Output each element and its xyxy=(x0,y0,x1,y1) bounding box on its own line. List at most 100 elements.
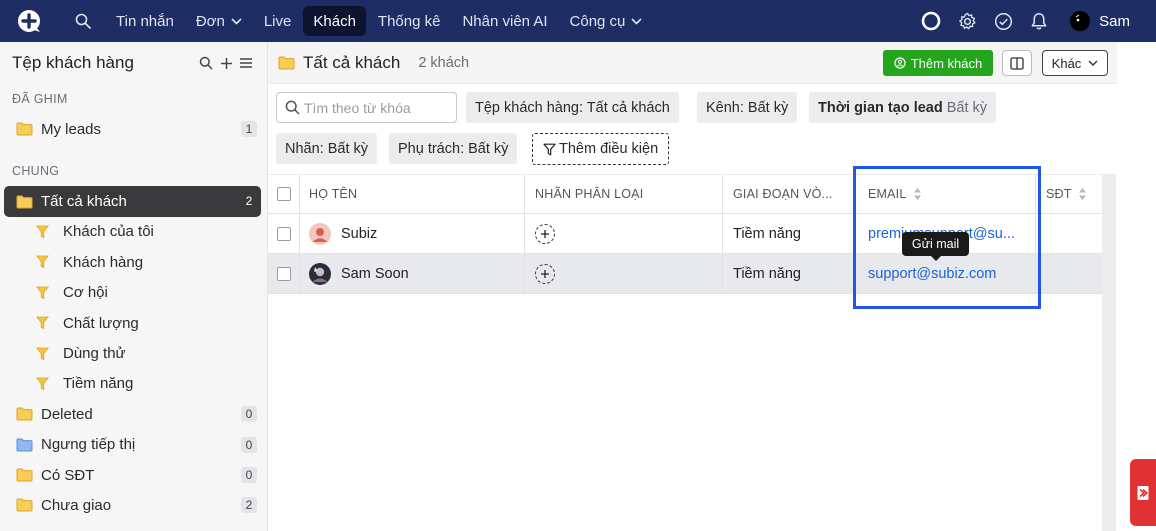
count-badge: 0 xyxy=(241,466,257,483)
nav-item-live[interactable]: Live xyxy=(254,6,302,36)
sidebar-item-trial[interactable]: Dùng thử xyxy=(4,338,261,368)
nav-label: Thống kê xyxy=(377,12,441,30)
filter-icon xyxy=(36,377,50,391)
sort-icon[interactable] xyxy=(1078,187,1087,201)
select-all-checkbox[interactable] xyxy=(276,187,291,201)
filter-label: Kênh: Bất kỳ xyxy=(706,99,789,116)
nav-item-customers[interactable]: Khách xyxy=(303,6,366,36)
add-customer-button[interactable]: Thêm khách xyxy=(883,50,993,76)
nav-label: Đơn xyxy=(195,12,225,30)
search-input[interactable] xyxy=(304,99,454,116)
search-box[interactable] xyxy=(276,92,457,123)
vertical-scrollbar[interactable] xyxy=(1102,174,1116,531)
filter-icon xyxy=(36,225,50,239)
filter-lead-time[interactable]: Thời gian tạo lead Bất kỳ xyxy=(809,92,997,123)
select-cell xyxy=(268,254,300,293)
phone-cell[interactable] xyxy=(1036,254,1102,293)
chevron-down-icon xyxy=(631,17,642,25)
sidebar-item-deleted[interactable]: Deleted 0 xyxy=(4,399,261,429)
header-phone[interactable]: SĐT xyxy=(1036,175,1102,213)
filter-value: Bất kỳ xyxy=(946,99,988,116)
nav-item-reports[interactable]: Thống kê xyxy=(368,6,451,36)
sidebar-item-customers[interactable]: Khách hàng xyxy=(4,247,261,277)
nav-item-ai-agent[interactable]: Nhân viên AI xyxy=(452,6,557,36)
name-cell[interactable]: Subiz xyxy=(300,214,525,253)
table-row[interactable]: Sam Soon Tiềm năng support@subiz.com xyxy=(268,254,1102,294)
count-badge: 2 xyxy=(245,194,253,209)
filter-icon xyxy=(36,316,50,330)
sidebar-item-quality[interactable]: Chất lượng xyxy=(4,308,261,338)
filter-owner[interactable]: Phụ trách: Bất kỳ xyxy=(389,133,518,164)
sidebar-item-potential[interactable]: Tiềm năng xyxy=(4,369,261,399)
check-circle-icon[interactable] xyxy=(992,10,1014,32)
add-icon[interactable] xyxy=(219,56,233,70)
sidebar-item-label: Tiềm năng xyxy=(63,375,134,393)
tags-cell xyxy=(525,214,723,253)
row-checkbox[interactable] xyxy=(276,226,291,241)
settings-icon[interactable] xyxy=(956,10,978,32)
email-link[interactable]: support@subiz.com xyxy=(868,266,996,282)
filter-label: Phụ trách: Bất kỳ xyxy=(398,140,509,157)
filter-channel[interactable]: Kênh: Bất kỳ xyxy=(697,92,798,123)
bell-icon[interactable] xyxy=(1028,10,1050,32)
sidebar-item-label: Khách hàng xyxy=(63,253,144,271)
filter-label: Nhãn: Bất kỳ xyxy=(285,140,369,157)
folder-icon xyxy=(16,468,33,482)
stage-cell[interactable]: Tiềm năng xyxy=(723,254,856,293)
add-condition-button[interactable]: Thêm điều kiện xyxy=(532,133,670,165)
sidebar-item-all-customers[interactable]: Tất cả khách 2 xyxy=(4,186,261,217)
chevron-down-icon xyxy=(1088,60,1098,66)
sort-icon[interactable] xyxy=(913,187,922,201)
filter-icon xyxy=(36,347,50,361)
menu-icon[interactable] xyxy=(239,56,253,70)
search-icon[interactable] xyxy=(72,10,94,32)
nav-item-tools[interactable]: Công cụ xyxy=(560,6,653,36)
sidebar-item-unassigned[interactable]: Chưa giao 2 xyxy=(4,490,261,520)
filter-segment[interactable]: Tệp khách hàng: Tất cả khách xyxy=(466,92,679,123)
header-name[interactable]: HỌ TÊN xyxy=(300,175,525,213)
header-stage[interactable]: GIAI ĐOẠN VÒ... xyxy=(723,175,856,213)
search-icon xyxy=(285,100,300,115)
user-plus-icon xyxy=(894,57,906,69)
row-checkbox[interactable] xyxy=(276,266,291,281)
customer-table: HỌ TÊN NHÃN PHÂN LOẠI GIAI ĐOẠN VÒ... EM… xyxy=(268,174,1102,294)
sidebar-item-label: Chưa giao xyxy=(41,496,112,514)
section-general: CHUNG xyxy=(12,164,60,179)
search-icon[interactable] xyxy=(199,56,213,70)
status-ring-icon[interactable] xyxy=(920,10,942,32)
sidebar-item-unsubscribed[interactable]: Ngưng tiếp thị 0 xyxy=(4,430,261,460)
stage-cell[interactable]: Tiềm năng xyxy=(723,214,856,253)
name-cell[interactable]: Sam Soon xyxy=(300,254,525,293)
main-header: Tất cả khách 2 khách Thêm khách Khác xyxy=(268,42,1117,84)
sidebar-item-my-leads[interactable]: My leads 1 xyxy=(4,114,261,144)
sidebar-item-my-customers[interactable]: Khách của tôi xyxy=(4,217,261,247)
sidebar-item-label: Có SĐT xyxy=(41,466,95,484)
app-window: Tin nhắn Đơn Live Khách Thống kê Nhân vi… xyxy=(0,0,1156,531)
header-select-cell xyxy=(268,175,300,213)
stage-value: Tiềm năng xyxy=(733,225,801,242)
layout-toggle-button[interactable] xyxy=(1002,50,1032,76)
add-tag-button[interactable] xyxy=(535,223,555,244)
filter-icon xyxy=(36,255,50,269)
top-navigation: Tin nhắn Đơn Live Khách Thống kê Nhân vi… xyxy=(0,0,1156,42)
header-tags[interactable]: NHÃN PHÂN LOẠI xyxy=(525,175,723,213)
logo-icon[interactable] xyxy=(14,6,44,36)
nav-item-orders[interactable]: Đơn xyxy=(186,6,252,36)
nav-item-messages[interactable]: Tin nhắn xyxy=(106,6,184,36)
add-customer-label: Thêm khách xyxy=(910,55,983,71)
phone-cell[interactable] xyxy=(1036,214,1102,253)
more-button[interactable]: Khác xyxy=(1042,50,1108,76)
filter-label-tag[interactable]: Nhãn: Bất kỳ xyxy=(276,133,378,164)
sidebar-item-opportunities[interactable]: Cơ hội xyxy=(4,278,261,308)
header-email[interactable]: EMAIL xyxy=(856,175,1036,213)
table-row[interactable]: Subiz Tiềm năng premiumsupport@su... xyxy=(268,214,1102,254)
side-widget-tab[interactable] xyxy=(1130,459,1156,526)
sidebar-item-label: My leads xyxy=(41,120,102,138)
nav-label: Live xyxy=(263,12,292,30)
user-menu[interactable]: Sam xyxy=(1070,11,1130,31)
section-pinned: ĐÃ GHIM xyxy=(12,92,68,106)
add-tag-button[interactable] xyxy=(535,263,555,284)
filter-icon xyxy=(543,143,556,156)
sidebar-item-has-phone[interactable]: Có SĐT 0 xyxy=(4,460,261,490)
filter-label: Thời gian tạo lead xyxy=(818,99,943,116)
